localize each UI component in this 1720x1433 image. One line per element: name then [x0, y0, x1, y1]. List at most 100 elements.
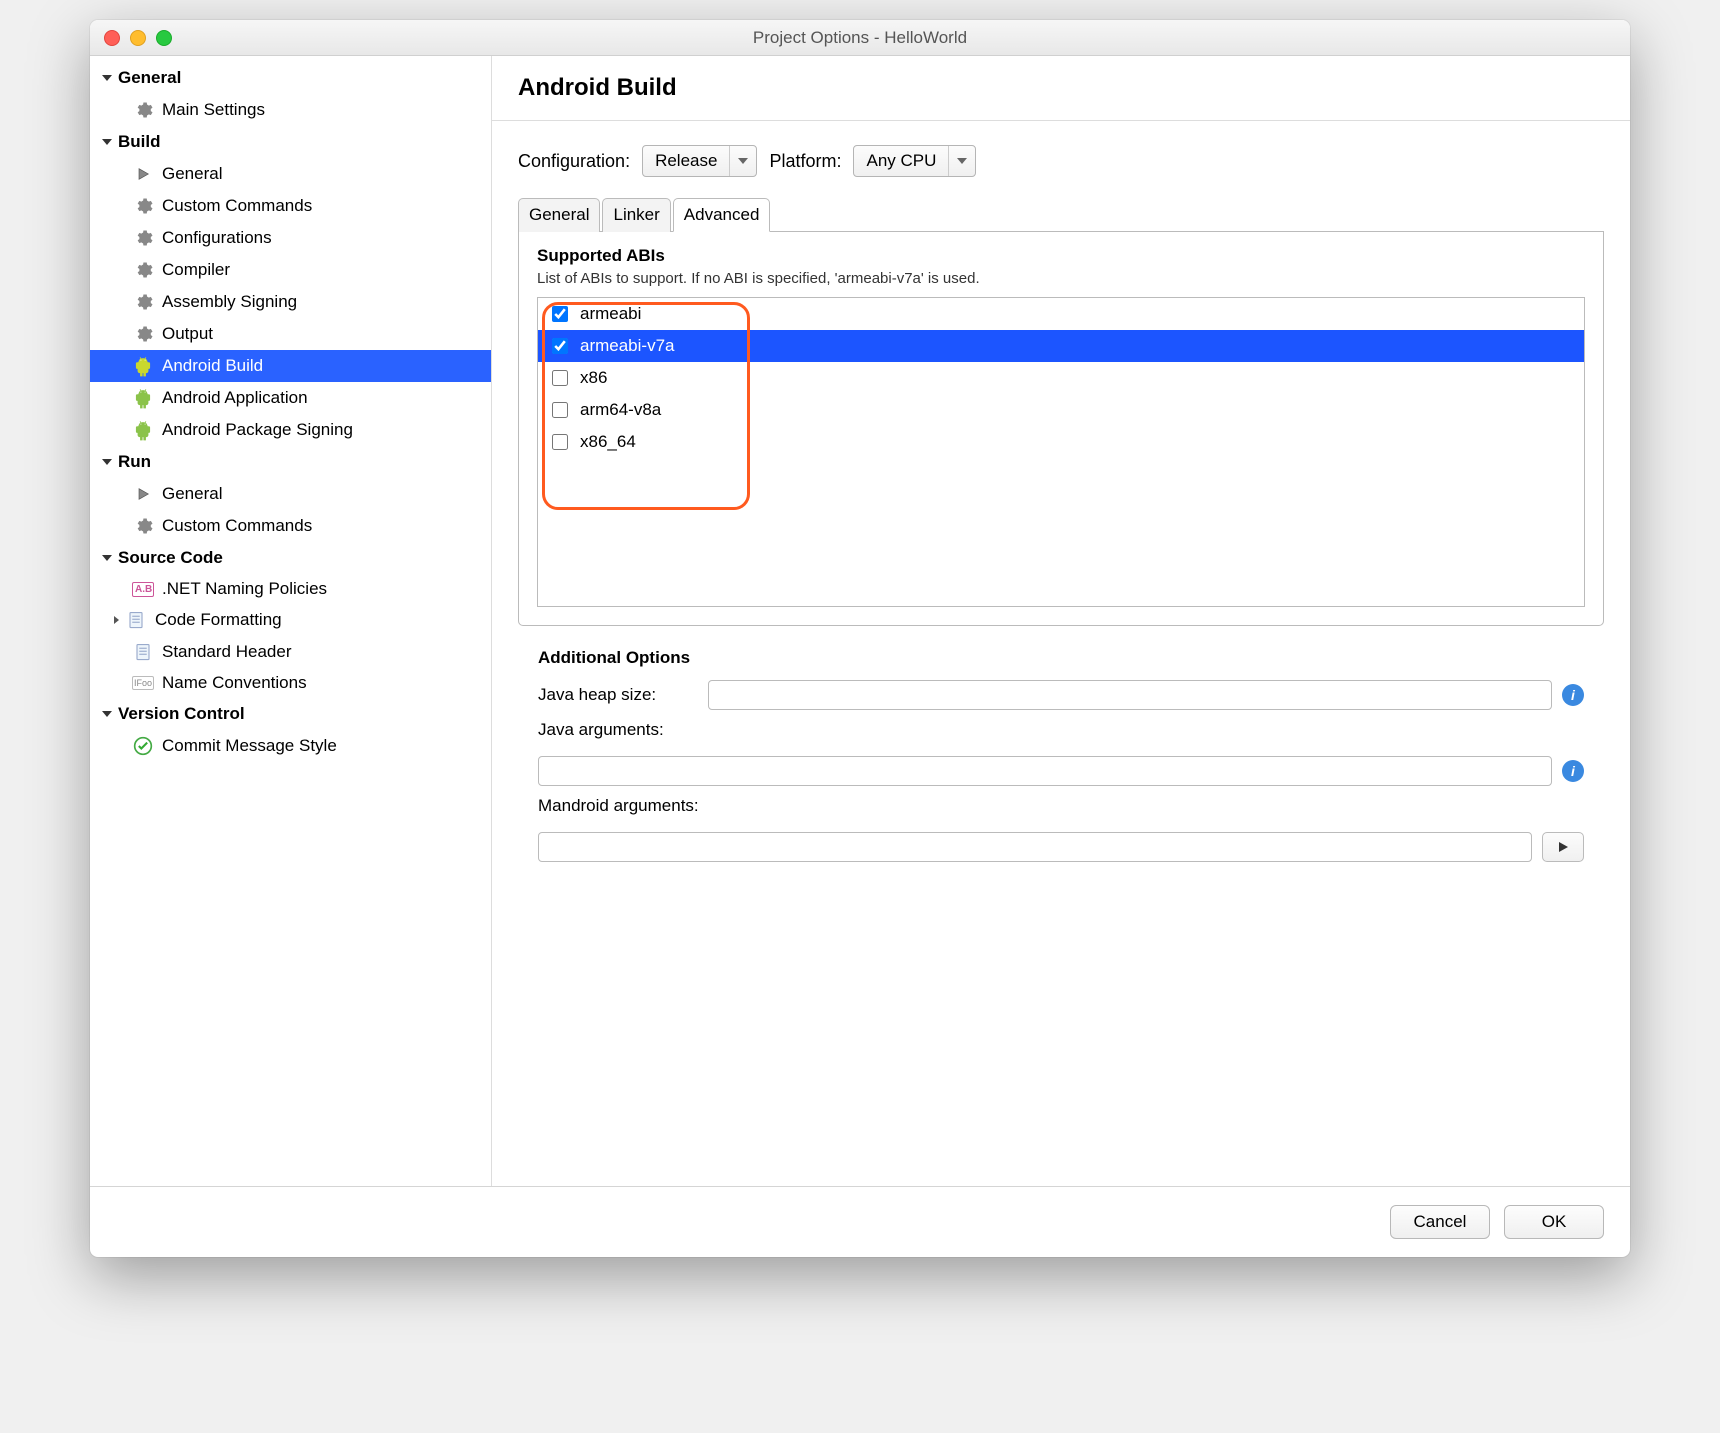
sidebar-item-main-settings[interactable]: Main Settings: [90, 94, 491, 126]
sidebar-item-label: Assembly Signing: [162, 292, 297, 312]
abi-checkbox[interactable]: [552, 306, 568, 322]
sidebar-item-label: Android Build: [162, 356, 263, 376]
page-title: Android Build: [518, 74, 1604, 102]
zoom-window-button[interactable]: [156, 30, 172, 46]
naming-icon: A.B: [132, 582, 154, 597]
sidebar-group-label: Run: [118, 452, 151, 472]
sidebar-item-general[interactable]: General: [90, 478, 491, 510]
cancel-button[interactable]: Cancel: [1390, 1205, 1490, 1239]
content-area: Android Build Configuration: Release Pla…: [492, 56, 1630, 1186]
platform-dropdown[interactable]: Any CPU: [853, 145, 976, 177]
footer: Cancel OK: [90, 1186, 1630, 1257]
sidebar-item-label: Custom Commands: [162, 516, 312, 536]
sidebar-item-label: .NET Naming Policies: [162, 579, 327, 599]
document-icon: [125, 609, 147, 631]
abi-checkbox[interactable]: [552, 338, 568, 354]
java-heap-label: Java heap size:: [538, 685, 698, 705]
sidebar-item-name-conventions[interactable]: IFooName Conventions: [90, 668, 491, 698]
abi-label: x86_64: [580, 432, 636, 452]
sidebar-item-label: Main Settings: [162, 100, 265, 120]
chevron-down-icon: [729, 146, 756, 176]
android-icon: [132, 355, 154, 377]
sidebar-group-build[interactable]: Build: [90, 126, 491, 158]
java-args-input[interactable]: [538, 756, 1552, 786]
sidebar-item-label: Compiler: [162, 260, 230, 280]
android-icon: [132, 419, 154, 441]
tab-general[interactable]: General: [518, 198, 600, 232]
sidebar-item-commit-message-style[interactable]: Commit Message Style: [90, 730, 491, 762]
info-icon[interactable]: i: [1562, 760, 1584, 782]
tab-linker[interactable]: Linker: [602, 198, 670, 232]
gear-icon: [132, 291, 154, 313]
sidebar-group-source-code[interactable]: Source Code: [90, 542, 491, 574]
sidebar-item-assembly-signing[interactable]: Assembly Signing: [90, 286, 491, 318]
interface-icon: IFoo: [132, 676, 154, 690]
sidebar-item-label: Configurations: [162, 228, 272, 248]
configuration-dropdown[interactable]: Release: [642, 145, 757, 177]
abi-row-x86-64[interactable]: x86_64: [538, 426, 1584, 458]
abi-row-armeabi[interactable]: armeabi: [538, 298, 1584, 330]
sidebar-item-custom-commands[interactable]: Custom Commands: [90, 510, 491, 542]
abi-row-armeabi-v7a[interactable]: armeabi-v7a: [538, 330, 1584, 362]
gear-icon: [132, 323, 154, 345]
abi-row-x86[interactable]: x86: [538, 362, 1584, 394]
sidebar-item-label: Android Package Signing: [162, 420, 353, 440]
gear-icon: [132, 259, 154, 281]
java-heap-input[interactable]: [708, 680, 1552, 710]
sidebar-item-label: Standard Header: [162, 642, 291, 662]
gear-icon: [132, 227, 154, 249]
disclosure-triangle-icon: [102, 711, 112, 717]
abi-row-arm64-v8a[interactable]: arm64-v8a: [538, 394, 1584, 426]
info-icon[interactable]: i: [1562, 684, 1584, 706]
ok-button[interactable]: OK: [1504, 1205, 1604, 1239]
tab-panel-advanced: Supported ABIs List of ABIs to support. …: [518, 232, 1604, 626]
sidebar-item-compiler[interactable]: Compiler: [90, 254, 491, 286]
abi-checkbox[interactable]: [552, 370, 568, 386]
sidebar-item-label: General: [162, 164, 222, 184]
sidebar-group-version-control[interactable]: Version Control: [90, 698, 491, 730]
sidebar-group-label: Source Code: [118, 548, 223, 568]
android-icon: [132, 387, 154, 409]
sidebar-item-general[interactable]: General: [90, 158, 491, 190]
sidebar-item-configurations[interactable]: Configurations: [90, 222, 491, 254]
sidebar-item-label: Code Formatting: [155, 610, 282, 630]
minimize-window-button[interactable]: [130, 30, 146, 46]
tabs: GeneralLinkerAdvanced: [518, 197, 1604, 232]
configuration-label: Configuration:: [518, 151, 630, 172]
sidebar-item-custom-commands[interactable]: Custom Commands: [90, 190, 491, 222]
run-button[interactable]: [1542, 832, 1584, 862]
sidebar-item-standard-header[interactable]: Standard Header: [90, 636, 491, 668]
sidebar-item-code-formatting[interactable]: Code Formatting: [90, 604, 491, 636]
close-window-button[interactable]: [104, 30, 120, 46]
sidebar-group-label: Build: [118, 132, 161, 152]
titlebar: Project Options - HelloWorld: [90, 20, 1630, 56]
sidebar-group-general[interactable]: General: [90, 62, 491, 94]
abi-label: x86: [580, 368, 607, 388]
tab-advanced[interactable]: Advanced: [673, 198, 771, 232]
supported-abis-title: Supported ABIs: [537, 246, 1585, 266]
sidebar-item-label: General: [162, 484, 222, 504]
checkmark-icon: [132, 735, 154, 757]
platform-value: Any CPU: [854, 151, 948, 171]
play-icon: [132, 163, 154, 185]
window-title: Project Options - HelloWorld: [90, 28, 1630, 48]
sidebar-item--net-naming-policies[interactable]: A.B .NET Naming Policies: [90, 574, 491, 604]
sidebar-group-run[interactable]: Run: [90, 446, 491, 478]
sidebar-item-android-application[interactable]: Android Application: [90, 382, 491, 414]
abi-label: arm64-v8a: [580, 400, 661, 420]
config-row: Configuration: Release Platform: Any CPU: [492, 121, 1630, 197]
abi-checkbox[interactable]: [552, 434, 568, 450]
sidebar-item-android-build[interactable]: Android Build: [90, 350, 491, 382]
sidebar-item-label: Custom Commands: [162, 196, 312, 216]
play-icon: [132, 483, 154, 505]
disclosure-triangle-icon: [102, 459, 112, 465]
gear-icon: [132, 195, 154, 217]
configuration-value: Release: [643, 151, 729, 171]
mandroid-args-input[interactable]: [538, 832, 1532, 862]
window-controls: [90, 30, 172, 46]
sidebar-item-output[interactable]: Output: [90, 318, 491, 350]
abi-checkbox[interactable]: [552, 402, 568, 418]
sidebar: GeneralMain SettingsBuildGeneralCustom C…: [90, 56, 492, 1186]
sidebar-group-label: Version Control: [118, 704, 245, 724]
sidebar-item-android-package-signing[interactable]: Android Package Signing: [90, 414, 491, 446]
